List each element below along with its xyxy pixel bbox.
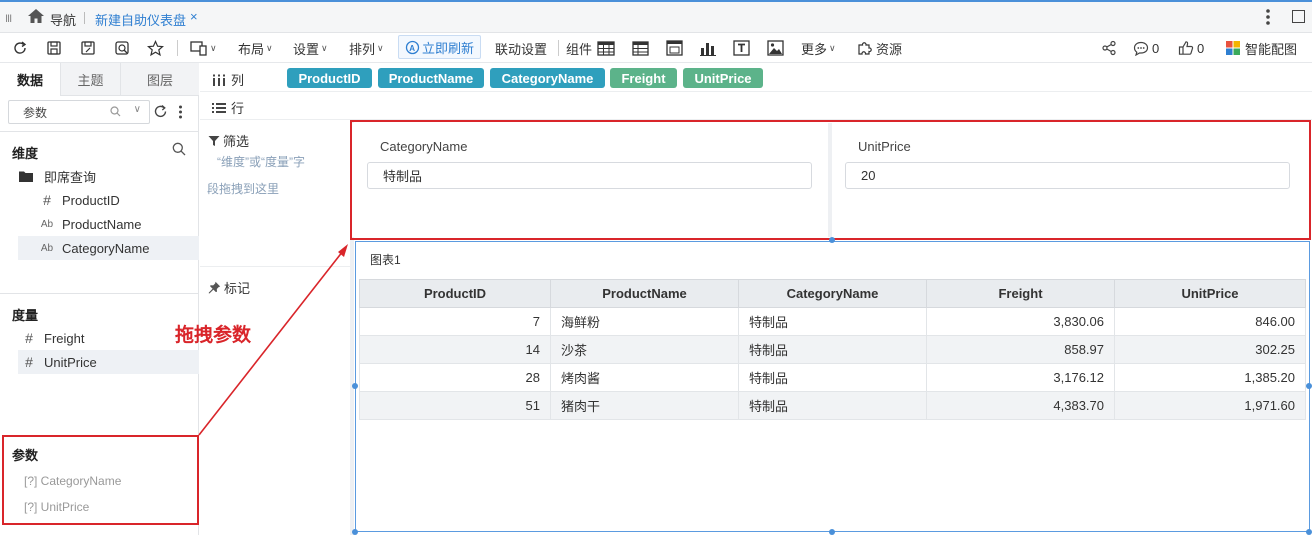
annotation-arrow <box>198 244 348 436</box>
